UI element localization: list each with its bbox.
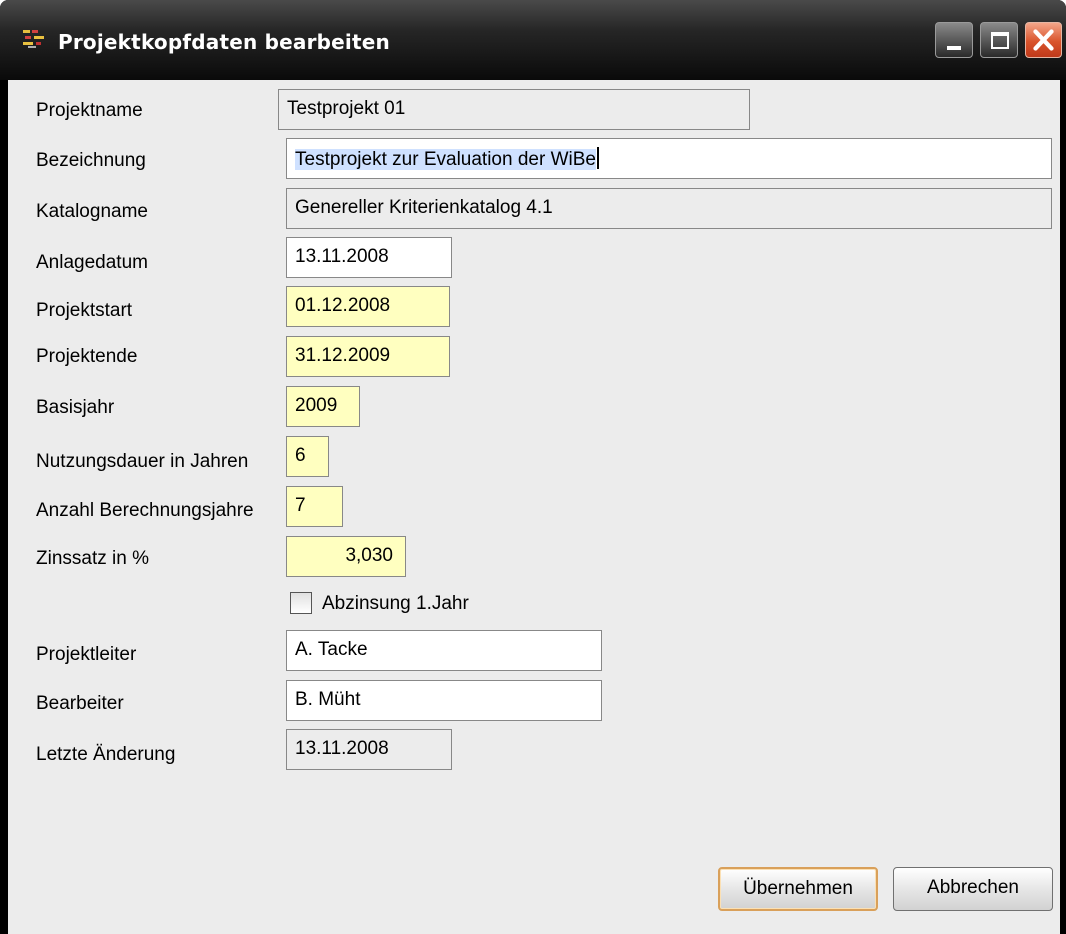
nutzungsdauer-label: Nutzungsdauer in Jahren — [36, 451, 249, 472]
text-caret — [596, 147, 599, 169]
katalogname-field: Genereller Kriterienkatalog 4.1 — [286, 188, 1052, 229]
bezeichnung-input[interactable]: Testprojekt zur Evaluation der WiBe — [286, 138, 1052, 179]
berechnungsjahre-input[interactable]: 7 — [286, 486, 343, 527]
minimize-button[interactable] — [935, 22, 973, 58]
projektleiter-input[interactable]: A. Tacke — [286, 630, 602, 671]
projektende-input[interactable]: 31.12.2009 — [286, 336, 450, 377]
anlagedatum-input[interactable]: 13.11.2008 — [286, 237, 452, 278]
projektstart-input[interactable]: 01.12.2008 — [286, 286, 450, 327]
berechnungsjahre-label: Anzahl Berechnungsjahre — [36, 500, 254, 521]
nutzungsdauer-input[interactable]: 6 — [286, 436, 329, 477]
anlagedatum-label: Anlagedatum — [36, 252, 148, 273]
abzinsung-label[interactable]: Abzinsung 1.Jahr — [322, 593, 469, 615]
katalogname-label: Katalogname — [36, 201, 148, 222]
dialog-body: Projektname Testprojekt 01 Bezeichnung T… — [8, 80, 1060, 934]
window-title: Projektkopfdaten bearbeiten — [58, 30, 390, 54]
bezeichnung-label: Bezeichnung — [36, 150, 146, 171]
bearbeiter-input[interactable]: B. Müht — [286, 680, 602, 721]
projektleiter-label: Projektleiter — [36, 644, 137, 665]
minimize-icon — [947, 46, 961, 50]
projektname-field: Testprojekt 01 — [278, 89, 750, 130]
abbrechen-button[interactable]: Abbrechen — [893, 867, 1053, 911]
letzte-aenderung-field: 13.11.2008 — [286, 729, 452, 770]
zinssatz-label: Zinssatz in % — [36, 548, 149, 569]
uebernehmen-button[interactable]: Übernehmen — [718, 867, 878, 911]
basisjahr-input[interactable]: 2009 — [286, 386, 360, 427]
zinssatz-input[interactable]: 3,030 — [286, 536, 406, 577]
bearbeiter-label: Bearbeiter — [36, 693, 124, 714]
app-icon — [23, 30, 44, 48]
bezeichnung-selection: Testprojekt zur Evaluation der WiBe — [295, 149, 596, 170]
projektende-label: Projektende — [36, 346, 138, 367]
projektname-label: Projektname — [36, 100, 143, 121]
basisjahr-label: Basisjahr — [36, 397, 115, 418]
projektstart-label: Projektstart — [36, 300, 133, 321]
letzte-aenderung-label: Letzte Änderung — [36, 744, 176, 765]
dialog-window: Projektkopfdaten bearbeiten Projektname … — [0, 0, 1066, 934]
maximize-icon — [991, 32, 1009, 49]
title-bar[interactable]: Projektkopfdaten bearbeiten — [0, 0, 1066, 80]
close-button[interactable] — [1025, 22, 1062, 58]
maximize-button[interactable] — [980, 22, 1018, 58]
close-icon — [1033, 29, 1054, 51]
abzinsung-checkbox[interactable] — [290, 592, 312, 614]
